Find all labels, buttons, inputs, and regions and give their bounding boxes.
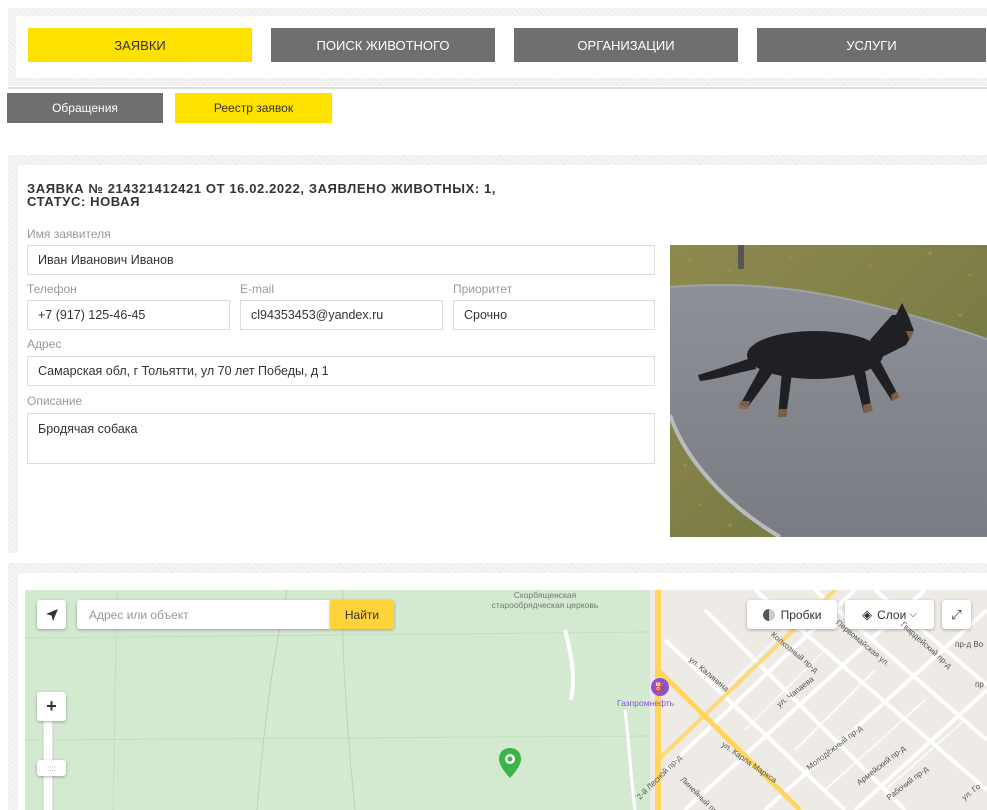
grip-icon: ::::: [47, 763, 56, 773]
street-label: пр: [975, 680, 984, 689]
applicant-field[interactable]: Иван Иванович Иванов: [27, 245, 655, 275]
tab-request-registry[interactable]: Реестр заявок: [175, 93, 332, 123]
map-search-button[interactable]: Найти: [330, 600, 394, 629]
description-field[interactable]: Бродячая собака: [27, 413, 655, 464]
poi-church-label: Скорбященская старообрядческая церковь: [491, 590, 599, 610]
map-container: Найти Скорбященская старообрядческая цер…: [18, 573, 987, 810]
map-search-input[interactable]: [77, 600, 330, 629]
nav-item-services[interactable]: Услуги: [757, 28, 986, 62]
gas-station-icon[interactable]: ⛽: [651, 678, 669, 696]
email-field[interactable]: cl94353453@yandex.ru: [240, 300, 443, 330]
dog-photo-image: [670, 245, 987, 537]
map[interactable]: Найти Скорбященская старообрядческая цер…: [25, 590, 987, 810]
nav-item-organizations[interactable]: Организации: [514, 28, 738, 62]
chevron-down-icon: ⌵: [909, 609, 917, 620]
priority-label: Приоритет: [453, 282, 513, 296]
poi-gas-label: Газпромнефть: [617, 698, 675, 708]
nav-item-animal-search[interactable]: Поиск животного: [271, 28, 495, 62]
layers-button[interactable]: ◈ Слои ⌵: [845, 600, 934, 629]
layers-label: Слои: [877, 607, 907, 622]
locate-me-button[interactable]: [37, 600, 66, 629]
traffic-button[interactable]: Пробки: [747, 600, 837, 629]
request-status-line: статус: новая: [27, 194, 141, 209]
fullscreen-button[interactable]: ⤢: [942, 600, 971, 629]
top-nav: Заявки Поиск животного Организации Услуг…: [16, 16, 987, 78]
address-label: Адрес: [27, 337, 62, 351]
map-panel: Найти Скорбященская старообрядческая цер…: [8, 563, 987, 810]
location-marker-icon[interactable]: [499, 748, 521, 783]
applicant-label: Имя заявителя: [27, 227, 111, 241]
zoom-slider-handle[interactable]: ::::: [37, 760, 66, 776]
description-label: Описание: [27, 394, 83, 408]
zoom-in-button[interactable]: +: [37, 692, 66, 721]
street-label: пр-д Во: [955, 640, 984, 649]
plus-icon: +: [46, 696, 57, 716]
location-arrow-icon: [45, 608, 58, 621]
traffic-light-icon: [762, 608, 775, 621]
pin-icon: [499, 748, 521, 778]
animal-photo: [670, 245, 987, 537]
priority-field[interactable]: Срочно: [453, 300, 655, 330]
tab-appeals[interactable]: Обращения: [7, 93, 163, 123]
phone-field[interactable]: +7 (917) 125-46-45: [27, 300, 230, 330]
top-nav-panel: Заявки Поиск животного Организации Услуг…: [8, 8, 987, 86]
request-card: Заявка № 214321412421 от 16.02.2022, зая…: [18, 165, 987, 553]
traffic-label: Пробки: [780, 607, 822, 622]
sub-tabs: Обращения Реестр заявок: [7, 93, 332, 123]
expand-icon: ⤢: [951, 606, 962, 622]
address-field[interactable]: Самарская обл, г Тольятти, ул 70 лет Поб…: [27, 356, 655, 386]
email-label: E-mail: [240, 282, 275, 296]
request-card-panel: Заявка № 214321412421 от 16.02.2022, зая…: [8, 155, 987, 553]
phone-label: Телефон: [27, 282, 77, 296]
layers-icon: ◈: [862, 606, 873, 622]
request-title: Заявка № 214321412421 от 16.02.2022, зая…: [27, 182, 647, 208]
divider: [8, 87, 987, 89]
nav-item-requests[interactable]: Заявки: [28, 28, 252, 62]
